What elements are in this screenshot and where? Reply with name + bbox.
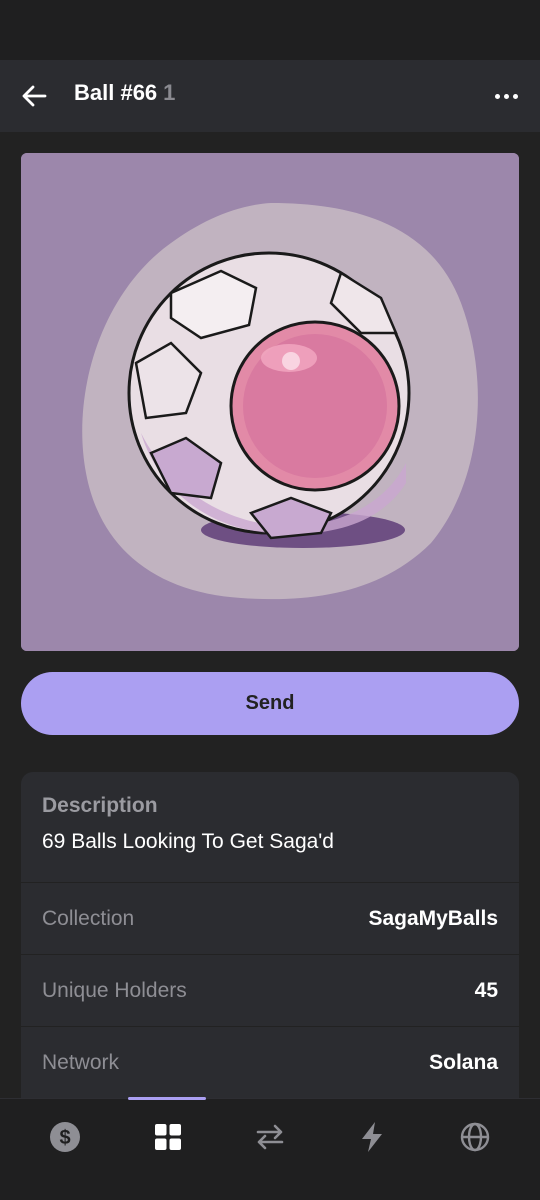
details-card: Description 69 Balls Looking To Get Saga… — [21, 772, 519, 1112]
tab-swap[interactable] — [230, 1099, 310, 1175]
network-value: Solana — [429, 1050, 498, 1074]
unique-holders-label: Unique Holders — [42, 978, 187, 1002]
nft-image — [21, 153, 519, 651]
page-title: Ball #66 — [74, 80, 158, 105]
network-label: Network — [42, 1050, 120, 1074]
bottom-tab-bar: $ — [0, 1097, 540, 1200]
globe-icon — [460, 1122, 490, 1152]
unique-holders-row: Unique Holders 45 — [21, 955, 519, 1027]
svg-text:$: $ — [59, 1127, 70, 1149]
description-heading: Description — [42, 794, 158, 817]
more-icon-dot — [503, 93, 509, 99]
grid-icon — [155, 1124, 181, 1150]
title-group: Ball #66 1 — [74, 80, 175, 106]
header: Ball #66 1 — [0, 60, 540, 132]
tab-explore[interactable] — [435, 1099, 515, 1175]
tab-collectibles[interactable] — [128, 1099, 208, 1175]
status-bar — [0, 0, 540, 60]
more-icon-dot — [512, 93, 518, 99]
tab-wallet[interactable]: $ — [25, 1099, 105, 1175]
send-button-label: Send — [245, 692, 295, 714]
item-count: 1 — [163, 80, 176, 105]
lightning-icon — [362, 1122, 382, 1152]
more-icon — [494, 93, 500, 99]
collection-row: Collection SagaMyBalls — [21, 883, 519, 955]
collection-label: Collection — [42, 906, 135, 930]
description-section: Description 69 Balls Looking To Get Saga… — [21, 772, 519, 883]
more-options-button[interactable] — [490, 80, 522, 112]
ball-artwork — [21, 153, 519, 651]
arrow-left-icon — [22, 85, 47, 107]
back-button[interactable] — [18, 80, 50, 112]
network-row: Network Solana — [21, 1027, 519, 1099]
collection-value: SagaMyBalls — [368, 906, 498, 930]
swap-icon — [256, 1124, 284, 1150]
dollar-icon: $ — [50, 1122, 80, 1152]
tab-activity[interactable] — [332, 1099, 412, 1175]
description-text: 69 Balls Looking To Get Saga'd — [42, 830, 334, 853]
send-button[interactable]: Send — [21, 672, 519, 735]
unique-holders-value: 45 — [474, 978, 498, 1002]
